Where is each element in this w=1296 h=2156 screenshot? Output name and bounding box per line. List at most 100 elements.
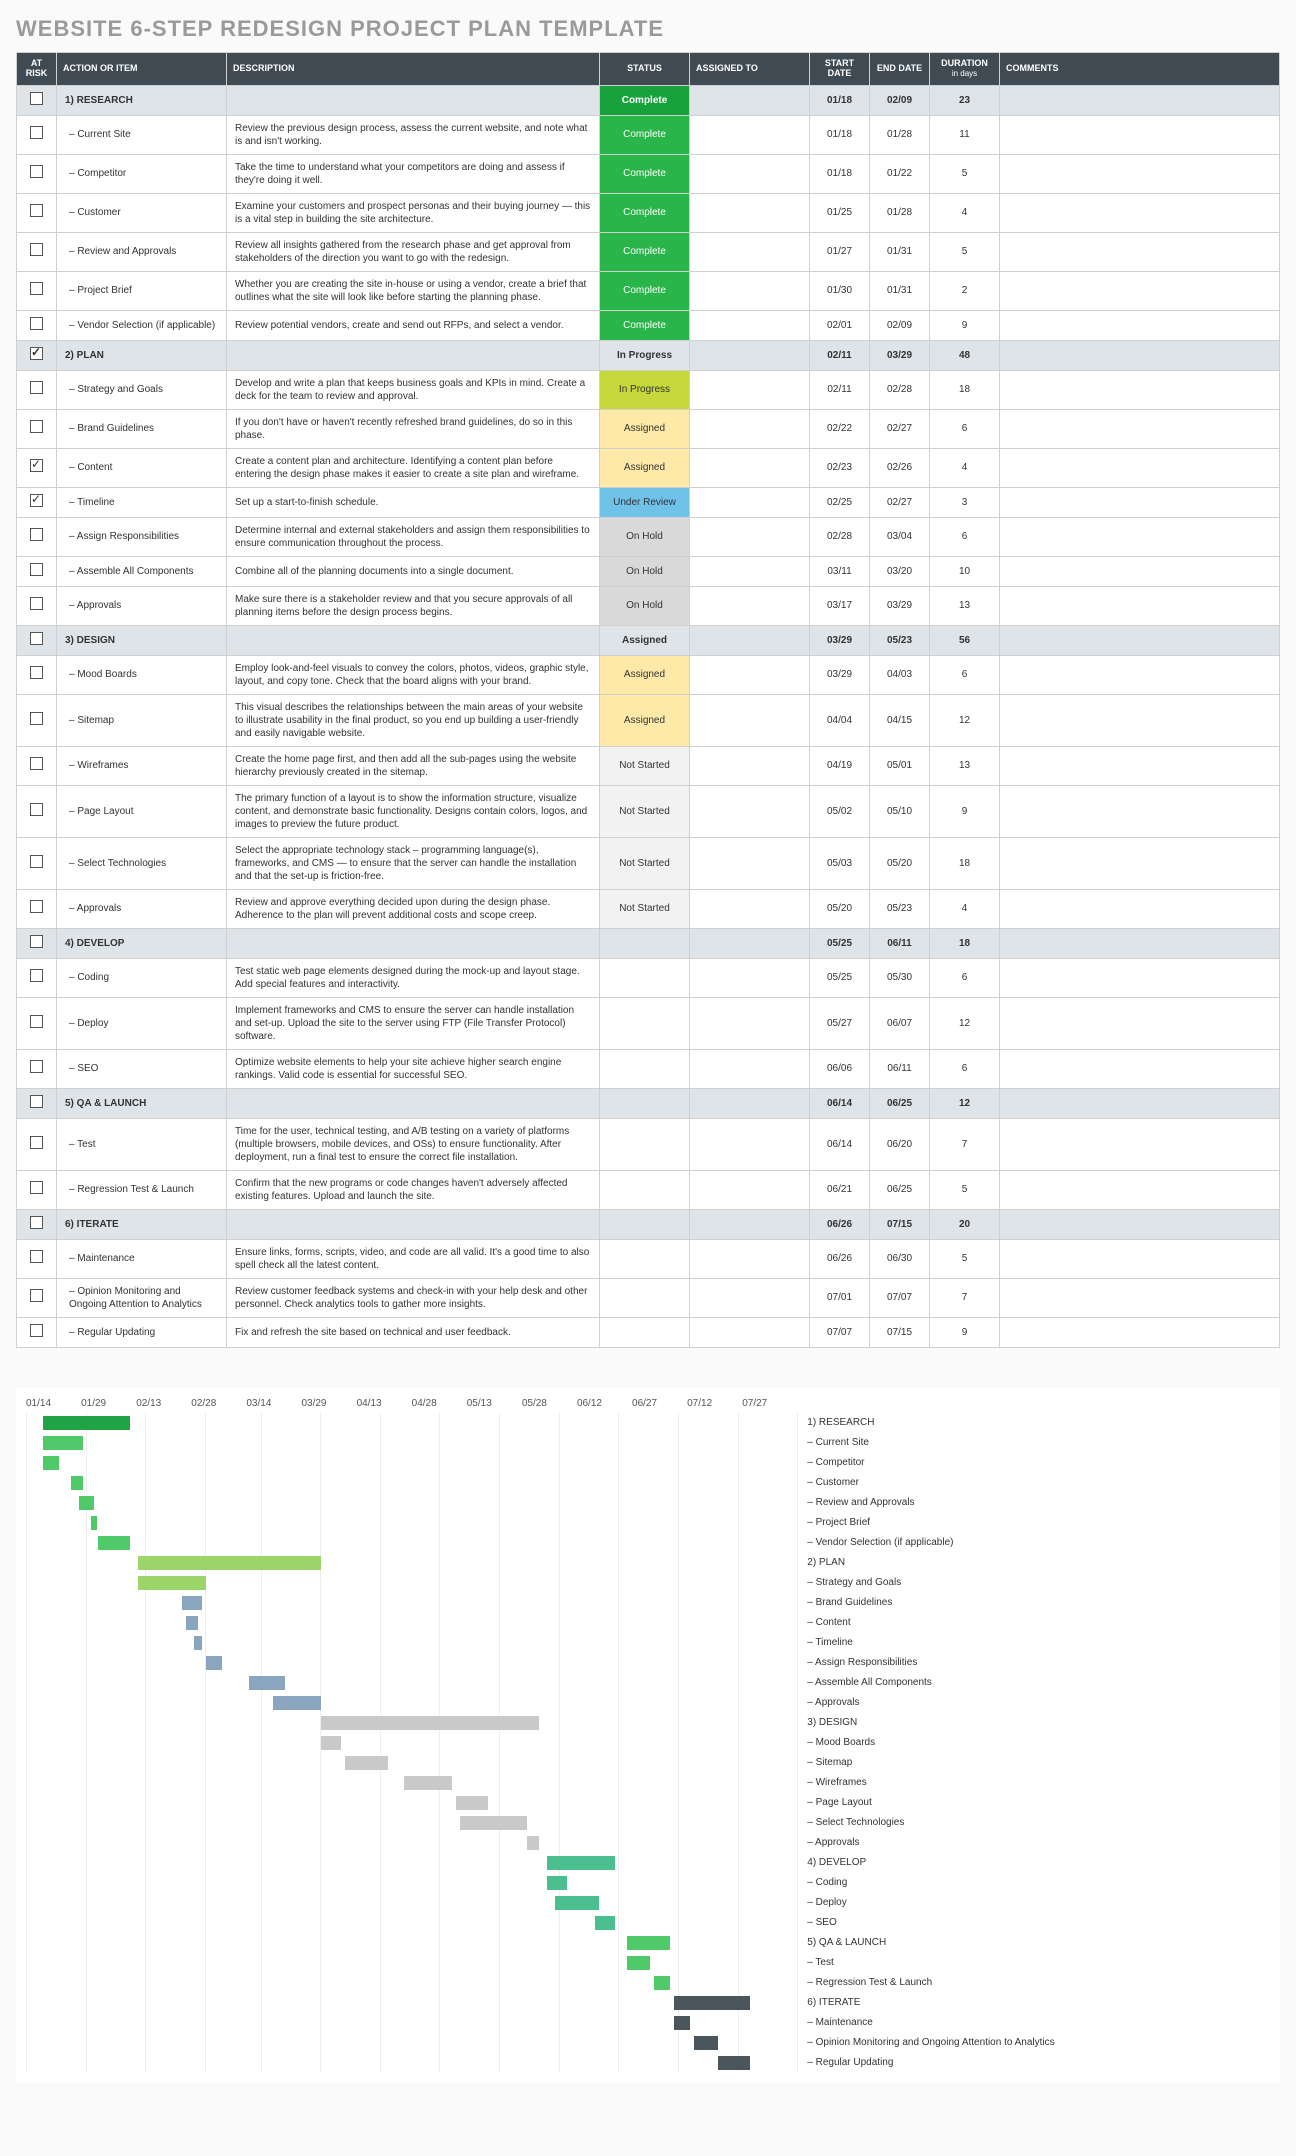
risk-cell[interactable] [17, 889, 57, 928]
gantt-row [26, 1993, 797, 2013]
risk-checkbox[interactable] [30, 204, 43, 217]
risk-checkbox[interactable] [30, 803, 43, 816]
risk-cell[interactable] [17, 154, 57, 193]
table-row: – Review and ApprovalsReview all insight… [17, 232, 1280, 271]
risk-checkbox[interactable] [30, 1060, 43, 1073]
dur-cell: 9 [930, 1317, 1000, 1347]
dur-cell: 12 [930, 997, 1000, 1049]
risk-cell[interactable] [17, 586, 57, 625]
gantt-row [26, 1933, 797, 1953]
risk-checkbox[interactable] [30, 381, 43, 394]
risk-cell[interactable] [17, 556, 57, 586]
risk-cell[interactable] [17, 271, 57, 310]
comments-cell [1000, 1239, 1280, 1278]
start-cell: 02/28 [810, 517, 870, 556]
action-cell: – Content [57, 448, 227, 487]
risk-checkbox[interactable] [30, 1324, 43, 1337]
description-cell: Review the previous design process, asse… [227, 115, 600, 154]
action-cell: – Opinion Monitoring and Ongoing Attenti… [57, 1278, 227, 1317]
table-row: – MaintenanceEnsure links, forms, script… [17, 1239, 1280, 1278]
gantt-label: – Wireframes [807, 1773, 1270, 1793]
assigned-cell [690, 115, 810, 154]
risk-cell[interactable] [17, 1317, 57, 1347]
risk-checkbox[interactable] [30, 92, 43, 105]
status-cell [600, 1049, 690, 1088]
comments-cell [1000, 997, 1280, 1049]
risk-checkbox[interactable] [30, 420, 43, 433]
risk-checkbox[interactable] [30, 1015, 43, 1028]
status-cell: Not Started [600, 746, 690, 785]
risk-checkbox[interactable] [30, 1181, 43, 1194]
risk-cell[interactable] [17, 1170, 57, 1209]
risk-checkbox[interactable] [30, 1095, 43, 1108]
col-action: ACTION OR ITEM [57, 53, 227, 86]
gantt-labels: 1) RESEARCH– Current Site– Competitor– C… [797, 1413, 1270, 2073]
dur-cell: 5 [930, 154, 1000, 193]
risk-checkbox[interactable] [30, 712, 43, 725]
risk-checkbox[interactable] [30, 165, 43, 178]
dur-cell: 6 [930, 1049, 1000, 1088]
gantt-label: – Sitemap [807, 1753, 1270, 1773]
start-cell: 07/01 [810, 1278, 870, 1317]
description-cell: Optimize website elements to help your s… [227, 1049, 600, 1088]
risk-cell[interactable] [17, 625, 57, 655]
risk-cell[interactable] [17, 694, 57, 746]
description-cell: Set up a start-to-finish schedule. [227, 487, 600, 517]
risk-cell[interactable] [17, 85, 57, 115]
risk-cell[interactable] [17, 785, 57, 837]
dur-cell: 11 [930, 115, 1000, 154]
risk-cell[interactable] [17, 1209, 57, 1239]
gantt-axis-tick: 02/13 [136, 1398, 191, 1409]
risk-checkbox[interactable] [30, 317, 43, 330]
risk-cell[interactable] [17, 517, 57, 556]
risk-checkbox[interactable] [30, 126, 43, 139]
risk-checkbox[interactable] [30, 459, 43, 472]
risk-cell[interactable] [17, 1118, 57, 1170]
comments-cell [1000, 958, 1280, 997]
risk-cell[interactable] [17, 448, 57, 487]
risk-cell[interactable] [17, 115, 57, 154]
risk-cell[interactable] [17, 193, 57, 232]
risk-checkbox[interactable] [30, 855, 43, 868]
risk-cell[interactable] [17, 1239, 57, 1278]
risk-cell[interactable] [17, 746, 57, 785]
risk-checkbox[interactable] [30, 494, 43, 507]
risk-checkbox[interactable] [30, 597, 43, 610]
risk-cell[interactable] [17, 370, 57, 409]
risk-cell[interactable] [17, 928, 57, 958]
description-cell: Time for the user, technical testing, an… [227, 1118, 600, 1170]
risk-checkbox[interactable] [30, 347, 43, 360]
risk-cell[interactable] [17, 487, 57, 517]
risk-cell[interactable] [17, 655, 57, 694]
risk-cell[interactable] [17, 340, 57, 370]
risk-checkbox[interactable] [30, 1289, 43, 1302]
risk-checkbox[interactable] [30, 563, 43, 576]
comments-cell [1000, 837, 1280, 889]
risk-checkbox[interactable] [30, 528, 43, 541]
risk-checkbox[interactable] [30, 1216, 43, 1229]
table-row: – Assign ResponsibilitiesDetermine inter… [17, 517, 1280, 556]
risk-cell[interactable] [17, 232, 57, 271]
risk-cell[interactable] [17, 1088, 57, 1118]
risk-checkbox[interactable] [30, 666, 43, 679]
risk-cell[interactable] [17, 958, 57, 997]
risk-checkbox[interactable] [30, 969, 43, 982]
description-cell: Examine your customers and prospect pers… [227, 193, 600, 232]
risk-checkbox[interactable] [30, 1250, 43, 1263]
risk-cell[interactable] [17, 1278, 57, 1317]
risk-checkbox[interactable] [30, 632, 43, 645]
risk-cell[interactable] [17, 837, 57, 889]
table-row: – Regression Test & LaunchConfirm that t… [17, 1170, 1280, 1209]
risk-checkbox[interactable] [30, 757, 43, 770]
risk-checkbox[interactable] [30, 282, 43, 295]
risk-checkbox[interactable] [30, 243, 43, 256]
risk-cell[interactable] [17, 1049, 57, 1088]
table-row: – ApprovalsReview and approve everything… [17, 889, 1280, 928]
dur-cell: 4 [930, 193, 1000, 232]
risk-checkbox[interactable] [30, 900, 43, 913]
risk-cell[interactable] [17, 409, 57, 448]
risk-checkbox[interactable] [30, 1136, 43, 1149]
risk-checkbox[interactable] [30, 935, 43, 948]
risk-cell[interactable] [17, 997, 57, 1049]
risk-cell[interactable] [17, 310, 57, 340]
